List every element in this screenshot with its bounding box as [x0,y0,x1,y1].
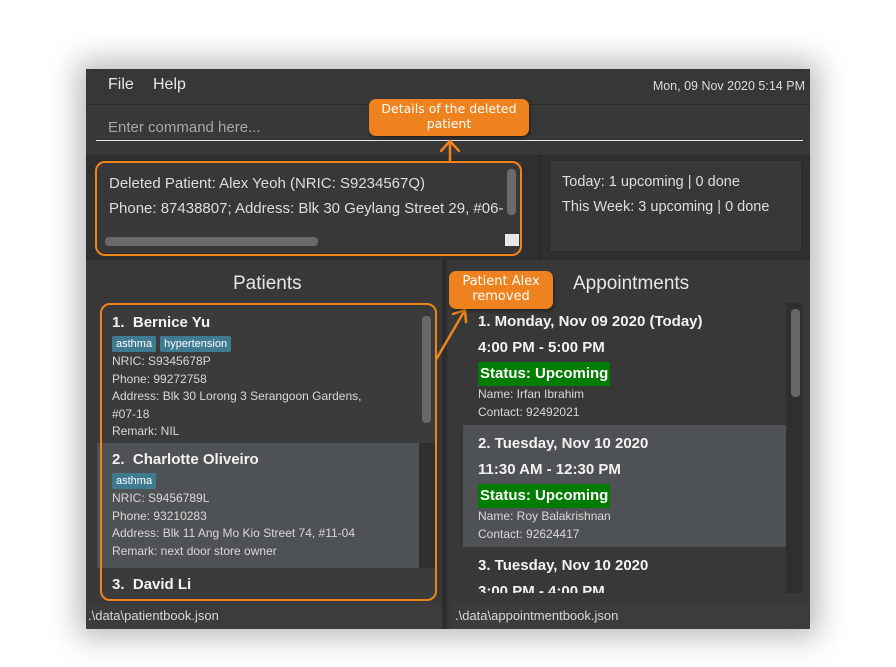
patient-card[interactable]: 1. Bernice Yu asthma hypertension NRIC: S… [97,310,435,443]
patient-index: 1. [112,314,125,331]
patient-name: Bernice Yu [132,314,211,331]
appointment-contact: Contact: 92492021 [478,404,580,419]
appointment-time: 4:00 PM - 5:00 PM [478,339,605,356]
patient-address: Address: Blk 30 Lorong 3 Serangoon Garde… [112,389,362,403]
appointment-date: 2. Tuesday, Nov 10 2020 [478,435,649,452]
stats-today: Today: 1 upcoming | 0 done [562,174,740,190]
patient-card[interactable]: 3. David Li [97,568,435,598]
patient-list-scrollbar[interactable] [422,316,431,423]
result-line-2: Phone: 87438807; Address: Blk 30 Geylang… [109,200,503,217]
appointment-card[interactable]: 1. Monday, Nov 09 2020 (Today) 4:00 PM -… [463,303,786,425]
appointment-patient-name: Name: Irfan Ibrahim [478,387,585,401]
callout-deleted-details: Details of the deleted patient [369,99,529,136]
patients-title: Patients [233,273,302,294]
appointment-date: 3. Tuesday, Nov 10 2020 [478,557,649,574]
result-line-1: Deleted Patient: Alex Yeoh (NRIC: S92345… [109,175,426,192]
appointment-storage-path: .\data\appointmentbook.json [452,602,810,629]
appointment-time: 11:30 AM - 12:30 PM [478,461,621,478]
patient-remark: Remark: NIL [112,424,180,438]
appointment-status: Status: Upcoming [478,362,611,386]
scroll-corner [505,234,519,246]
appointment-status: Status: Upcoming [478,484,611,508]
patient-index: 3. [112,576,125,593]
result-display: Deleted Patient: Alex Yeoh (NRIC: S92345… [96,160,523,254]
stats-week: This Week: 3 upcoming | 0 done [562,199,770,215]
appointments-panel: Appointments 1. Monday, Nov 09 2020 (Tod… [447,260,810,602]
patient-phone: Phone: 93210283 [112,508,207,523]
patient-card[interactable]: 2. Charlotte Oliveiro asthma NRIC: S9456… [97,443,419,568]
result-text: Deleted Patient: Alex Yeoh (NRIC: S92345… [109,171,503,221]
patient-address-cont: #07-18 [112,406,150,421]
patient-remark: Remark: next door store owner [112,543,277,558]
appointment-time: 3:00 PM - 4:00 PM [478,583,605,593]
patient-tag: hypertension [160,336,232,352]
menu-help[interactable]: Help [153,76,186,94]
appointments-title: Appointments [573,273,690,294]
current-datetime: Mon, 09 Nov 2020 5:14 PM [652,79,805,93]
appointment-date: 1. Monday, Nov 09 2020 (Today) [478,313,703,330]
stats-box: Today: 1 upcoming | 0 done This Week: 3 … [549,160,802,252]
appointment-contact: Contact: 92624417 [478,526,580,541]
appointment-card[interactable]: 2. Tuesday, Nov 10 2020 11:30 AM - 12:30… [463,425,786,547]
patient-name: Charlotte Oliveiro [132,451,259,468]
result-stats-row: Deleted Patient: Alex Yeoh (NRIC: S92345… [86,155,810,260]
app-window: File Help Mon, 09 Nov 2020 5:14 PM Delet… [86,69,810,629]
patient-tag: asthma [112,336,157,352]
patient-tag: asthma [112,473,157,489]
patient-list: 1. Bernice Yu asthma hypertension NRIC: S… [97,310,435,598]
patient-nric: NRIC: S9456789L [112,491,210,505]
patient-name: David Li [132,576,192,593]
appointment-patient-name: Name: Roy Balakrishnan [478,509,611,523]
patient-storage-path: .\data\patientbook.json [86,602,442,629]
patient-phone: Phone: 99272758 [112,371,207,386]
appointment-list-scrollbar[interactable] [791,309,800,397]
callout-patient-removed: Patient Alex removed [449,271,553,309]
appointment-list: 1. Monday, Nov 09 2020 (Today) 4:00 PM -… [463,303,803,593]
result-horizontal-scrollbar[interactable] [105,237,318,246]
appointment-card[interactable]: 3. Tuesday, Nov 10 2020 3:00 PM - 4:00 P… [463,547,786,593]
patient-address: Address: Blk 11 Ang Mo Kio Street 74, #1… [112,526,356,540]
menu-file[interactable]: File [108,76,134,94]
patients-panel: Patients 1. Bernice Yu asthma hypertensio… [86,260,442,602]
result-vertical-scrollbar[interactable] [507,169,516,215]
patient-index: 2. [112,451,125,468]
patient-nric: NRIC: S9345678P [112,354,211,368]
